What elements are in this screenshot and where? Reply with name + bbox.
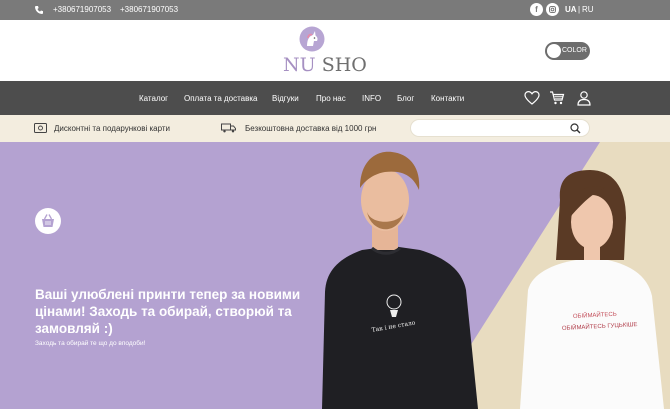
nav-item-blog[interactable]: Блог — [397, 94, 414, 103]
nav-item-info[interactable]: INFO — [362, 94, 381, 103]
header: NU SHO COLOR — [0, 20, 670, 81]
hero-subtitle: Заходь та обирай те що до вподоби! — [35, 340, 146, 347]
heart-icon[interactable] — [524, 90, 540, 106]
delivery-truck-icon — [221, 123, 236, 133]
basket-icon — [42, 214, 54, 227]
language-ua-link[interactable]: UA — [565, 5, 577, 14]
search-icon[interactable] — [570, 123, 581, 134]
phone-number-link[interactable]: +380671907053 — [53, 5, 111, 14]
discount-cards-link[interactable]: Дисконтні та подарункові карти — [54, 124, 170, 133]
color-toggle[interactable]: COLOR — [545, 42, 590, 60]
cart-icon[interactable] — [549, 90, 565, 106]
free-delivery-text: Безкоштовна доставка від 1000 грн — [245, 124, 377, 133]
info-bar: Дисконтні та подарункові карти Безкоштов… — [0, 115, 670, 142]
logo-nu: NU — [283, 54, 322, 76]
language-separator: | — [578, 5, 581, 14]
language-ru-link[interactable]: RU — [582, 5, 594, 14]
toggle-label: COLOR — [562, 47, 587, 54]
nav-item-about[interactable]: Про нас — [316, 94, 346, 103]
toggle-knob — [547, 44, 561, 58]
top-bar: +380671907053 +380671907053 f UA | RU — [0, 0, 670, 20]
main-nav: Каталог Оплата та доставка Відгуки Про н… — [0, 81, 670, 115]
discount-card-icon — [34, 123, 47, 133]
search-input[interactable] — [410, 119, 590, 137]
phone-number-link[interactable]: +380671907053 — [120, 5, 178, 14]
user-icon[interactable] — [576, 90, 592, 106]
basket-badge[interactable] — [35, 208, 61, 234]
unicorn-logo-icon[interactable] — [299, 26, 325, 52]
instagram-icon[interactable] — [546, 3, 559, 16]
hero-background: Так і не стало ОБІЙМАЙТЕСЬ ОБІЙМАЙТЕСЬ Г… — [0, 142, 670, 409]
nav-item-payment-delivery[interactable]: Оплата та доставка — [184, 94, 258, 103]
logo-sho: SHO — [321, 54, 367, 76]
nav-item-catalog[interactable]: Каталог — [139, 94, 168, 103]
nav-item-reviews[interactable]: Відгуки — [272, 94, 299, 103]
hero-title: Ваші улюблені принти тепер за новими цін… — [35, 287, 301, 336]
hero-banner[interactable]: Так і не стало ОБІЙМАЙТЕСЬ ОБІЙМАЙТЕСЬ Г… — [0, 142, 670, 409]
facebook-icon[interactable]: f — [530, 3, 543, 16]
nav-item-contacts[interactable]: Контакти — [431, 94, 464, 103]
logo-text[interactable]: NU SHO — [283, 54, 367, 76]
phone-icon — [35, 6, 43, 14]
